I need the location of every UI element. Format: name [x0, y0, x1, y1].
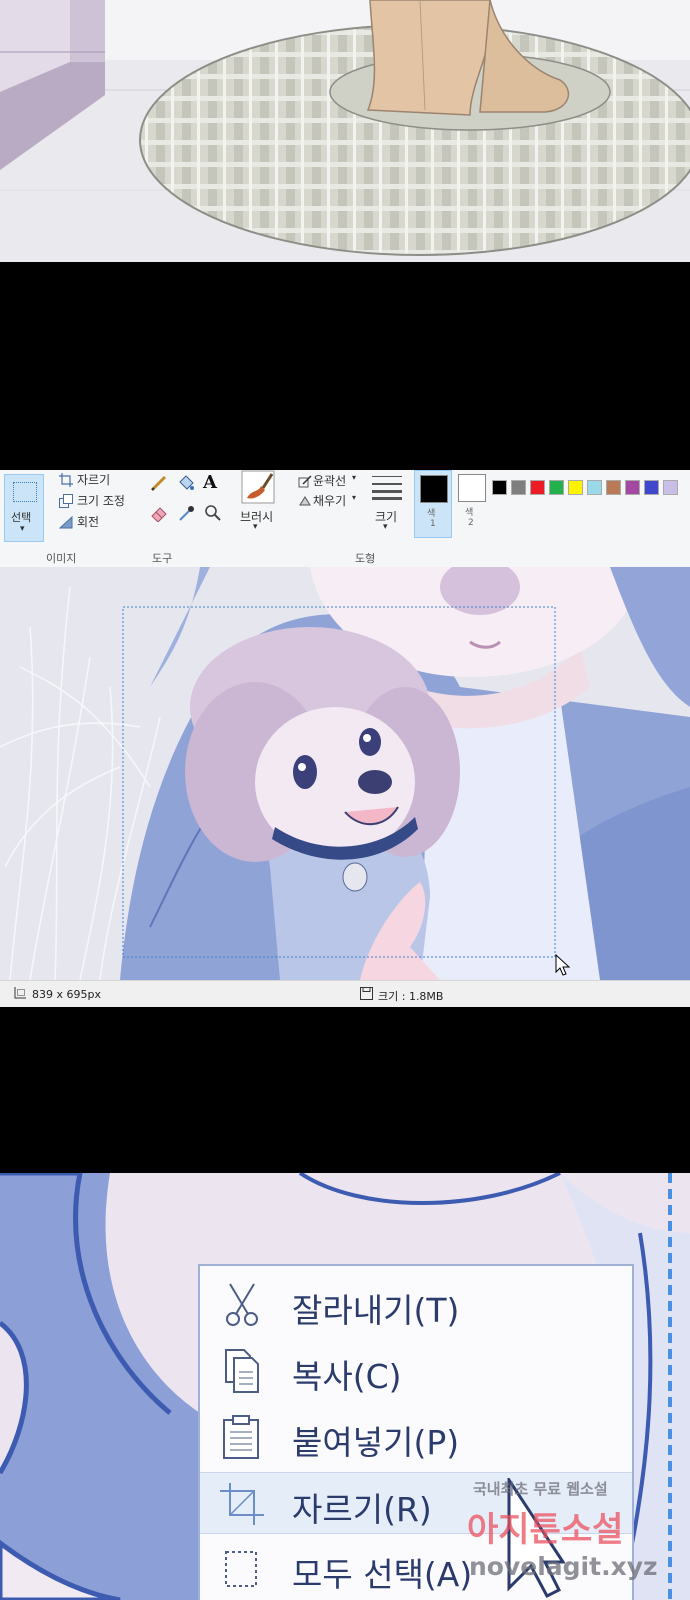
menu-item-paste-label: 붙여넣기(P) [292, 1423, 460, 1462]
menu-item-crop-label: 자르기(R) [292, 1490, 432, 1529]
palette-swatch[interactable] [644, 480, 659, 495]
scissors-icon [226, 1283, 258, 1326]
rotate-label: 회전 [77, 515, 100, 529]
menu-item-copy-label: 복사(C) [292, 1357, 402, 1396]
menu-item-paste[interactable]: 붙여넣기(P) [200, 1406, 632, 1468]
menu-item-cut[interactable]: 잘라내기(T) [200, 1274, 632, 1336]
file-size-text: 크기 : 1.8MB [378, 990, 444, 1003]
comic-panel-top [0, 0, 690, 262]
palette-swatch[interactable] [663, 480, 678, 495]
group-label-tools: 도구 [152, 552, 173, 565]
drawing-canvas[interactable] [0, 567, 690, 980]
palette-swatch[interactable] [568, 480, 583, 495]
watermark: 국내최초 무료 웹소설 아지툰소설 novelagit.xyz [465, 1478, 690, 1600]
canvas-illustration [0, 567, 690, 980]
status-bar: 839 x 695px 크기 : 1.8MB [0, 980, 690, 1007]
copy-icon [225, 1349, 259, 1393]
palette-swatch[interactable] [625, 480, 640, 495]
ribbon-toolbar: 선택 ▾ 자르기 크기 조정 회전 A 브러시 ▾ 윤곽선 ▾ 채우기 ▾ 크기… [0, 470, 690, 568]
comic-panel-bottom: 잘라내기(T) 복사(C) 붙여넣기(P) 자르기(R) 모두 선택(A) 국내… [0, 1173, 690, 1600]
size-dropdown-arrow-icon: ▾ [383, 522, 388, 532]
color-picker-icon[interactable] [178, 504, 196, 522]
select-dropdown-arrow-icon: ▾ [20, 524, 25, 534]
save-disk-icon [360, 987, 373, 1000]
palette-swatch[interactable] [587, 480, 602, 495]
palette-swatch[interactable] [606, 480, 621, 495]
menu-item-copy[interactable]: 복사(C) [200, 1340, 632, 1402]
selection-size-icon [14, 987, 26, 999]
comic-illustration-dog-bed [0, 0, 690, 262]
magnifier-icon[interactable] [204, 504, 222, 522]
menu-item-select-all-label: 모두 선택(A) [292, 1555, 473, 1594]
group-label-image: 이미지 [46, 552, 77, 565]
rotate-icon [59, 515, 73, 529]
palette-swatch[interactable] [492, 480, 507, 495]
brushes-dropdown-arrow-icon: ▾ [253, 522, 258, 532]
clipboard-icon [223, 1415, 259, 1459]
watermark-line2: 아지툰소설 [467, 1510, 624, 1550]
rotate-button[interactable]: 회전 [57, 512, 137, 532]
watermark-line1: 국내최초 무료 웹소설 [473, 1480, 608, 1498]
selection-size-text: 839 x 695px [32, 988, 101, 1001]
paint-window: 선택 ▾ 자르기 크기 조정 회전 A 브러시 ▾ 윤곽선 ▾ 채우기 ▾ 크기… [0, 470, 690, 1007]
crop-icon [220, 1483, 264, 1525]
palette-swatch[interactable] [549, 480, 564, 495]
palette-swatch[interactable] [511, 480, 526, 495]
color1-label: 색 [427, 509, 436, 519]
group-label-shapes: 도형 [355, 552, 376, 565]
color2-label: 색 [465, 508, 474, 518]
palette-swatch[interactable] [530, 480, 545, 495]
watermark-line3: novelagit.xyz [469, 1552, 658, 1581]
menu-item-cut-label: 잘라내기(T) [292, 1291, 460, 1330]
color1-index: 1 [430, 519, 436, 529]
eraser-icon[interactable] [150, 504, 170, 522]
select-all-icon [225, 1551, 257, 1587]
color2-index: 2 [468, 518, 474, 528]
select-label: 선택 [11, 511, 32, 524]
color-palette [0, 470, 690, 500]
